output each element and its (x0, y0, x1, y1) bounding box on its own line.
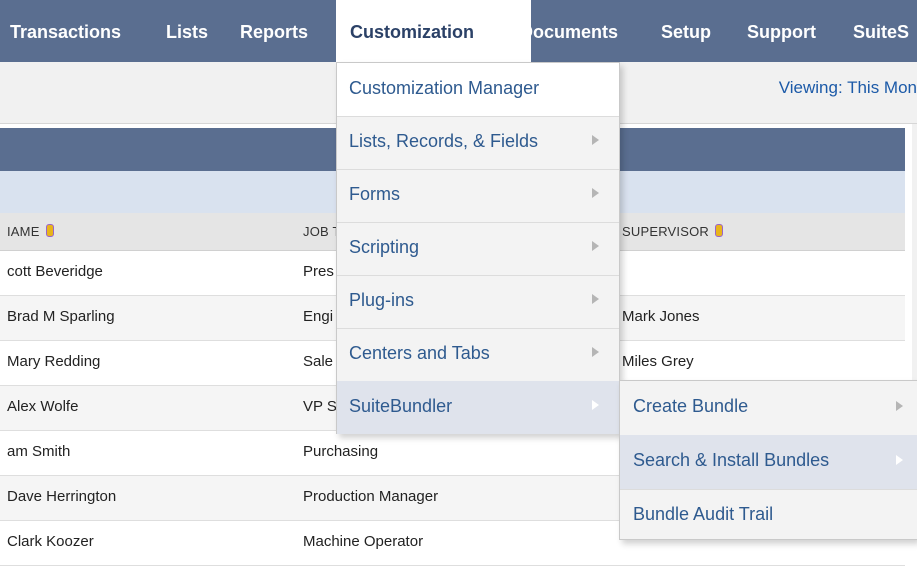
column-header-job-title[interactable]: JOB T (303, 224, 341, 239)
viewing-period-link[interactable]: Viewing: This Mon (779, 78, 917, 98)
menu-item-customization-manager[interactable]: Customization Manager (337, 63, 619, 117)
nav-reports[interactable]: Reports (240, 0, 308, 62)
menu-item-forms[interactable]: Forms (337, 169, 619, 223)
menu-item-plug-ins[interactable]: Plug-ins (337, 275, 619, 329)
cell-supervisor[interactable]: Miles Grey (622, 353, 694, 370)
submenu-item-label: Search & Install Bundles (633, 450, 830, 470)
nav-transactions[interactable]: Transactions (10, 0, 121, 62)
menu-item-label: Lists, Records, & Fields (349, 131, 539, 151)
cell-job-title: Pres (303, 263, 334, 280)
submenu-item-label: Create Bundle (633, 396, 749, 416)
sort-tag-icon (715, 224, 724, 237)
cell-name[interactable]: Clark Koozer (7, 533, 94, 550)
submenu-arrow-icon (592, 347, 599, 357)
nav-customization[interactable]: Customization (336, 0, 531, 62)
menu-item-scripting[interactable]: Scripting (337, 222, 619, 276)
menu-item-label: Forms (349, 184, 400, 204)
customization-dropdown-menu: Customization Manager Lists, Records, & … (336, 62, 620, 434)
cell-name[interactable]: Alex Wolfe (7, 398, 78, 415)
cell-name[interactable]: Brad M Sparling (7, 308, 115, 325)
submenu-item-bundle-audit-trail[interactable]: Bundle Audit Trail (620, 489, 917, 543)
submenu-arrow-icon (896, 455, 903, 465)
column-header-name[interactable]: IAME (7, 224, 54, 239)
sort-tag-icon (45, 224, 54, 237)
cell-supervisor[interactable]: Mark Jones (622, 308, 700, 325)
submenu-arrow-icon (896, 401, 903, 411)
menu-item-label: Centers and Tabs (349, 343, 490, 363)
cell-name[interactable]: cott Beveridge (7, 263, 103, 280)
nav-documents[interactable]: Documents (520, 0, 618, 62)
menu-item-label: Customization Manager (349, 78, 540, 98)
submenu-arrow-icon (592, 294, 599, 304)
nav-setup[interactable]: Setup (661, 0, 711, 62)
menu-item-label: Scripting (349, 237, 420, 257)
cell-job-title: Machine Operator (303, 533, 424, 550)
nav-lists[interactable]: Lists (166, 0, 208, 62)
submenu-arrow-icon (592, 400, 599, 410)
cell-name[interactable]: Mary Redding (7, 353, 100, 370)
submenu-arrow-icon (592, 241, 599, 251)
cell-name[interactable]: am Smith (7, 443, 70, 460)
cell-job-title: VP S (303, 398, 337, 415)
submenu-arrow-icon (592, 188, 599, 198)
submenu-item-search-install-bundles[interactable]: Search & Install Bundles (620, 435, 917, 490)
suitebundler-submenu: Create Bundle Search & Install Bundles B… (619, 380, 917, 540)
menu-item-lists-records-fields[interactable]: Lists, Records, & Fields (337, 116, 619, 170)
menu-item-label: SuiteBundler (349, 396, 453, 416)
cell-job-title: Production Manager (303, 488, 439, 505)
submenu-item-label: Bundle Audit Trail (633, 504, 774, 524)
menu-item-suitebundler[interactable]: SuiteBundler (337, 381, 619, 434)
nav-support[interactable]: Support (747, 0, 816, 62)
nav-suitesocial[interactable]: SuiteS (853, 0, 909, 62)
submenu-item-create-bundle[interactable]: Create Bundle (620, 381, 917, 436)
cell-name[interactable]: Dave Herrington (7, 488, 116, 505)
cell-job-title: Purchasing (303, 443, 379, 460)
menu-item-centers-and-tabs[interactable]: Centers and Tabs (337, 328, 619, 382)
column-header-supervisor[interactable]: SUPERVISOR (622, 224, 724, 239)
top-nav-bar: Transactions Lists Reports Customization… (0, 0, 917, 62)
cell-job-title: Engi (303, 308, 334, 325)
submenu-arrow-icon (592, 135, 599, 145)
cell-job-title: Sale (303, 353, 334, 370)
menu-item-label: Plug-ins (349, 290, 415, 310)
